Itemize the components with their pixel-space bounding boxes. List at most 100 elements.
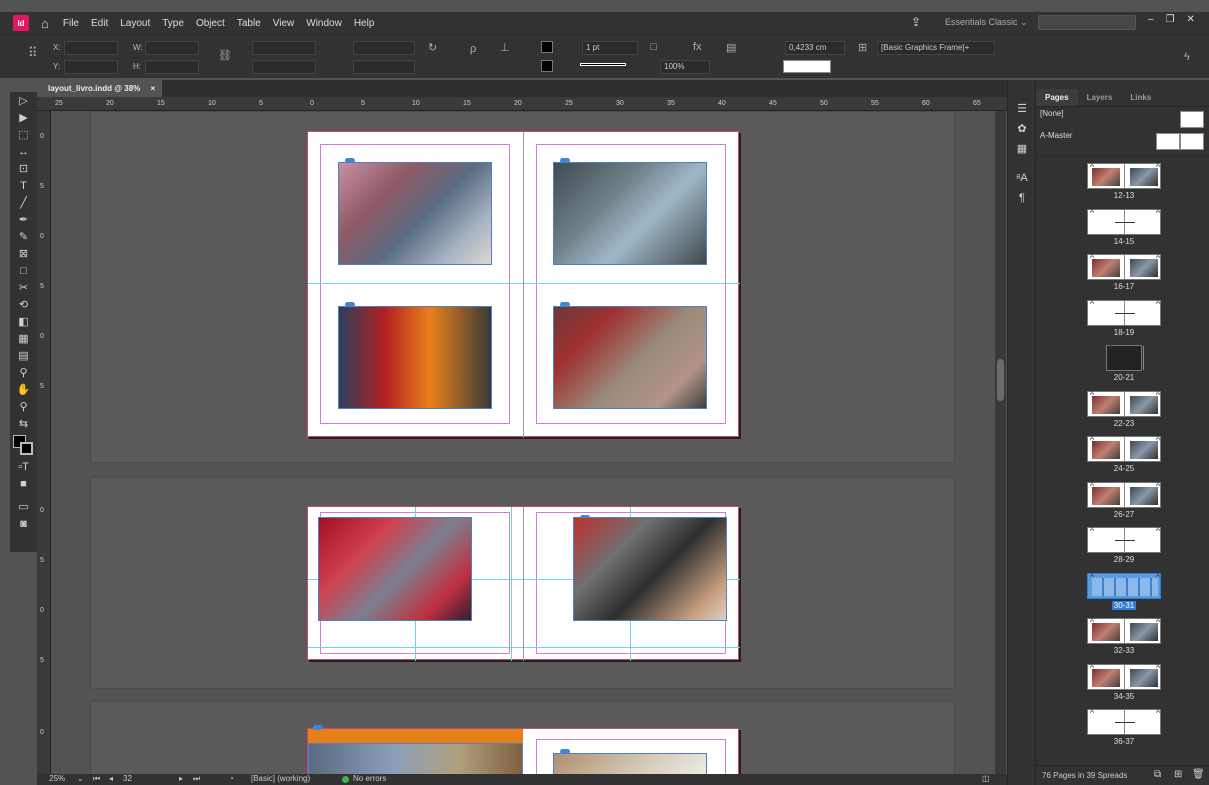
rotation-field[interactable] [353, 41, 415, 55]
reference-point-icon[interactable]: ⠿ [28, 45, 38, 61]
selection-tool-icon[interactable]: ▷ [10, 92, 37, 109]
photo-frame[interactable] [338, 306, 492, 409]
fill-stroke-swatches[interactable] [10, 432, 37, 458]
spread-thumbnail[interactable]: AA [1106, 345, 1179, 371]
horizontal-ruler[interactable]: 25 20 15 10 5 0 5 10 15 20 25 30 35 40 4… [37, 97, 1007, 111]
menu-object[interactable]: Object [196, 18, 225, 29]
type-tool-icon[interactable]: T [10, 177, 37, 194]
scale-y-field[interactable] [252, 60, 316, 74]
preflight-errors[interactable]: No errors [353, 774, 386, 783]
free-transform-tool-icon[interactable]: ⟲ [10, 296, 37, 313]
document-tab[interactable]: layout_livro.indd @ 38% × [37, 80, 162, 97]
tab-layers[interactable]: Layers [1078, 89, 1122, 106]
fill-swatch[interactable] [541, 41, 553, 53]
spread-thumbnail[interactable]: AA [1087, 481, 1161, 508]
y-field[interactable] [64, 60, 118, 74]
rectangle-frame-tool-icon[interactable]: ⊠ [10, 245, 37, 262]
zoom-tool-icon[interactable]: ⚲ [10, 398, 37, 415]
rectangle-tool-icon[interactable]: □ [10, 262, 37, 279]
photo-frame[interactable] [338, 162, 492, 265]
spread-thumbnail[interactable]: AA [1087, 390, 1161, 417]
x-field[interactable] [64, 41, 118, 55]
photo-frame[interactable] [553, 753, 707, 774]
object-style-dropdown[interactable]: [Basic Graphics Frame]+ [877, 41, 995, 55]
spread-thumbnail[interactable]: AA [1087, 709, 1161, 735]
stroke-swatch[interactable] [541, 60, 553, 72]
constrain-proportions-icon[interactable]: ⛓ [218, 49, 232, 62]
next-page-icon[interactable]: ▸ [179, 774, 183, 783]
w-field[interactable] [145, 41, 199, 55]
menu-help[interactable]: Help [354, 18, 375, 29]
delete-page-icon[interactable]: 🗑 [1192, 769, 1205, 780]
spread-thumbnail[interactable]: AA [1087, 254, 1161, 280]
pencil-tool-icon[interactable]: ✎ [10, 228, 37, 245]
note-tool-icon[interactable]: ▤ [10, 347, 37, 364]
zoom-dropdown-icon[interactable]: ⌄ [77, 774, 84, 783]
opacity-field[interactable]: 100% [660, 60, 710, 74]
photo-frame[interactable] [573, 517, 727, 621]
spread-thumbnail[interactable]: AA [1087, 572, 1161, 599]
spread-page[interactable] [307, 725, 739, 774]
hand-tool-icon[interactable]: ✋ [10, 381, 37, 398]
swatches-panel-icon[interactable]: ▦ [1008, 138, 1036, 158]
last-page-icon[interactable]: ⏭ [193, 774, 200, 784]
menu-window[interactable]: Window [306, 18, 342, 29]
split-window-icon[interactable]: ◫ [982, 774, 990, 783]
color-panel-icon[interactable]: ✿ [1008, 118, 1036, 138]
open-page-icon[interactable]: ◔ [229, 774, 234, 783]
master-none[interactable]: [None] [1040, 109, 1209, 129]
minimize-icon[interactable]: – [1148, 14, 1154, 25]
search-input[interactable] [1038, 15, 1136, 30]
effects-icon[interactable]: fx [693, 41, 702, 53]
vertical-ruler[interactable]: 0 5 0 5 0 5 0 5 0 5 0 [37, 111, 51, 774]
object-style-icon[interactable]: ⊞ [858, 41, 867, 54]
spread-page[interactable] [307, 506, 740, 661]
restore-icon[interactable]: ❐ [1166, 14, 1175, 25]
pen-tool-icon[interactable]: ✒ [10, 211, 37, 228]
menu-type[interactable]: Type [162, 18, 184, 29]
close-tab-icon[interactable]: × [151, 84, 156, 93]
character-styles-icon[interactable]: ᵃA [1008, 168, 1036, 188]
gap-tool-icon[interactable]: ↔ [10, 143, 37, 160]
screen-mode-icon[interactable]: ▭ [10, 498, 37, 515]
home-icon[interactable]: ⌂ [41, 16, 49, 31]
tab-pages[interactable]: Pages [1036, 89, 1078, 106]
first-page-icon[interactable]: ⏮ [93, 774, 100, 784]
photo-frame[interactable] [308, 743, 523, 774]
menu-layout[interactable]: Layout [120, 18, 150, 29]
spread-thumbnail[interactable]: AA [1087, 436, 1161, 462]
swap-fill-stroke-icon[interactable]: ⇆ [10, 415, 37, 432]
gradient-feather-icon[interactable]: ▦ [10, 330, 37, 347]
quick-apply-icon[interactable]: ϟ [1184, 51, 1190, 63]
shear-field[interactable] [353, 60, 415, 74]
menu-edit[interactable]: Edit [91, 18, 108, 29]
prev-page-icon[interactable]: ◂ [109, 774, 113, 783]
new-page-icon[interactable]: ⊞ [1174, 769, 1182, 780]
align-icon[interactable]: ▤ [726, 41, 736, 54]
link-badge-icon[interactable] [313, 725, 323, 730]
page-tool-icon[interactable]: ⬚ [10, 126, 37, 143]
path-icon[interactable]: ρ [470, 43, 476, 55]
pages-panel-icon[interactable]: ☰ [1008, 98, 1036, 118]
master-a[interactable]: A-Master [1040, 131, 1209, 151]
menu-view[interactable]: View [273, 18, 295, 29]
share-icon[interactable]: ⇪ [911, 15, 921, 29]
spread-page[interactable] [307, 131, 740, 438]
offset-field[interactable]: 0,4233 cm [785, 41, 845, 55]
spread-thumbnail[interactable]: AA [1087, 527, 1161, 553]
scale-x-field[interactable] [252, 41, 316, 55]
photo-frame[interactable] [553, 306, 707, 409]
text-wrap-preview[interactable] [783, 60, 831, 73]
stroke-type-preview[interactable] [580, 63, 626, 66]
working-style[interactable]: [Basic] (working) [251, 774, 310, 783]
spread-thumbnails[interactable]: A A 12-13 A A 14-15 A A 16-17 A A 18-19 A A 20-21 A A 22-… [1036, 156, 1209, 766]
apply-color-icon[interactable]: ■ [10, 475, 37, 492]
select-container-icon[interactable]: ⊥ [500, 41, 510, 54]
spread-thumbnail[interactable]: AA [1087, 163, 1161, 189]
menu-table[interactable]: Table [237, 18, 261, 29]
page-number-field[interactable]: 32 [123, 774, 132, 783]
pasteboard[interactable] [51, 111, 995, 774]
zoom-level[interactable]: 25% [49, 774, 65, 783]
stroke-weight-field[interactable]: 1 pt [582, 41, 638, 55]
workspace-switcher[interactable]: Essentials Classic ⌄ [945, 17, 1028, 28]
